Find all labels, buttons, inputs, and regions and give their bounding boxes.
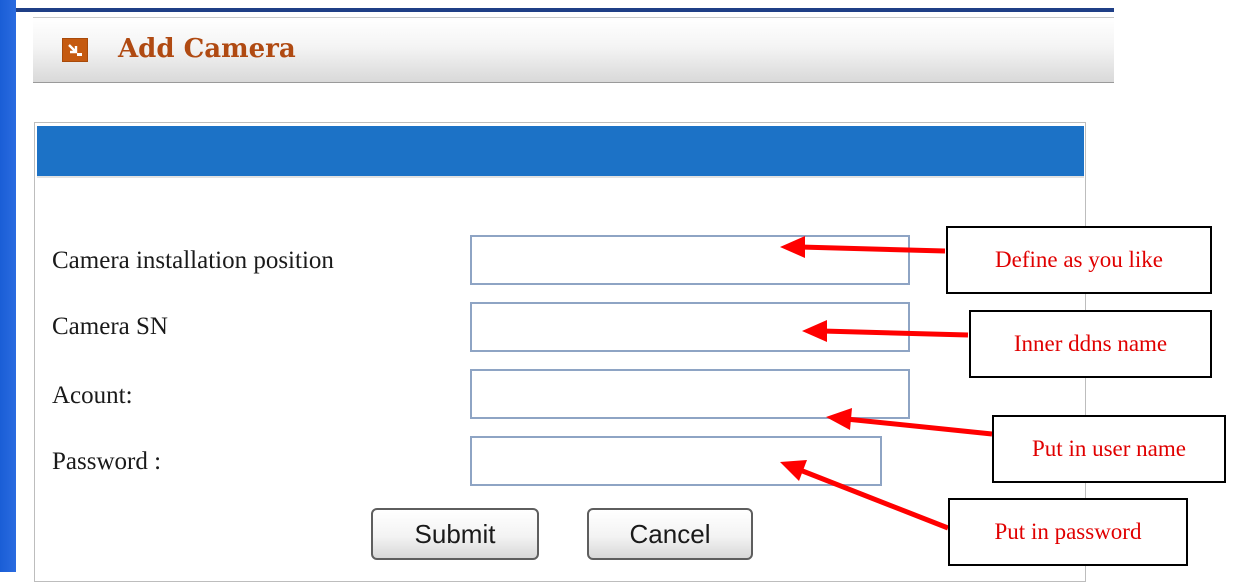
arrow-user-head <box>826 408 852 430</box>
arrow-user <box>845 416 993 437</box>
arrow-password-head <box>780 460 807 481</box>
callout-define: Define as you like <box>946 226 1212 294</box>
callout-ddns: Inner ddns name <box>969 310 1212 378</box>
callout-username: Put in user name <box>992 415 1226 483</box>
arrow-ddns-head <box>802 320 827 342</box>
arrow-ddns <box>821 328 969 338</box>
arrow-define <box>799 244 946 254</box>
arrow-password <box>799 467 949 531</box>
callout-password: Put in password <box>948 498 1188 566</box>
arrow-define-head <box>780 236 805 258</box>
